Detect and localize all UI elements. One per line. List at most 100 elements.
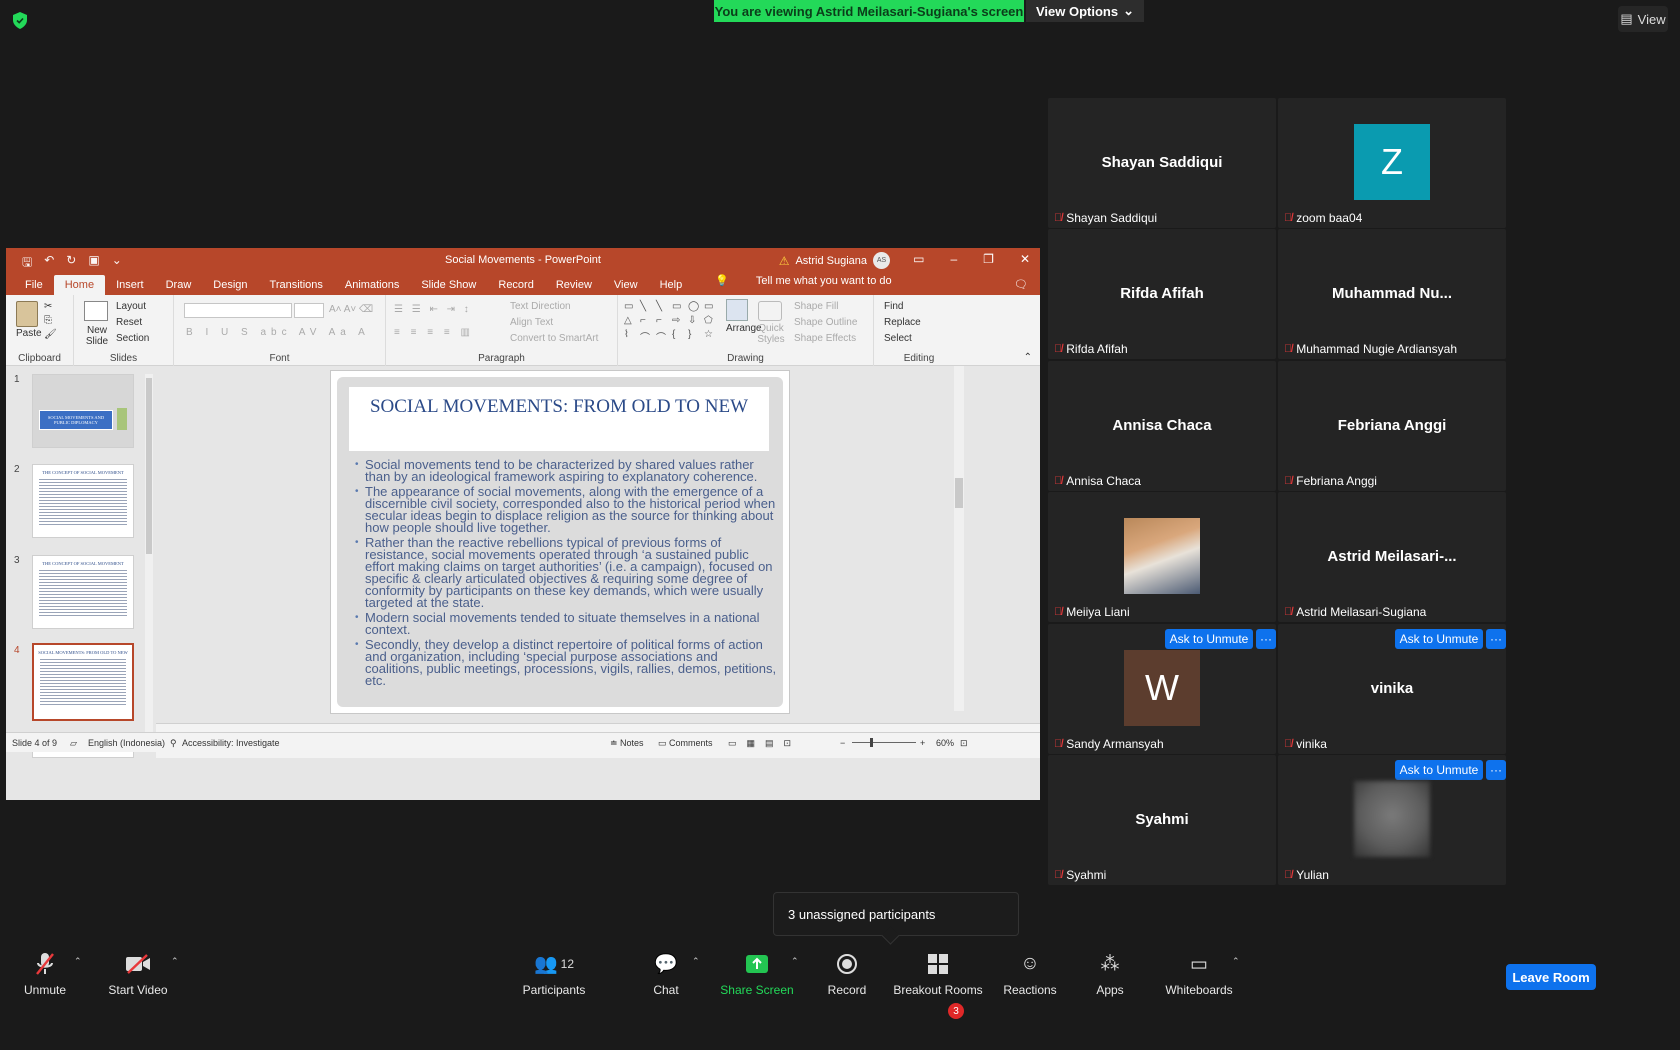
participant-tile[interactable]: Rifda Afifah 🎙̸ Rifda Afifah <box>1048 229 1276 359</box>
share-options-caret-icon[interactable]: ⌃ <box>791 956 799 967</box>
participant-tile[interactable]: Syahmi 🎙̸ Syahmi <box>1048 755 1276 885</box>
ask-to-unmute-button[interactable]: Ask to Unmute <box>1165 629 1253 649</box>
slide-thumbnail-3[interactable]: THE CONCEPT OF SOCIAL MOVEMENT <box>32 555 134 629</box>
participant-tile[interactable]: Z 🎙̸ zoom baa04 <box>1278 98 1506 228</box>
ribbon-display-icon[interactable]: ▭ <box>913 252 924 266</box>
reset-button[interactable]: Reset <box>116 317 142 328</box>
font-size-box[interactable] <box>294 303 324 318</box>
more-options-button[interactable]: ··· <box>1486 629 1506 649</box>
slide-scrollbar[interactable] <box>954 366 964 711</box>
participant-tile[interactable]: Shayan Saddiqui 🎙̸ Shayan Saddiqui <box>1048 98 1276 228</box>
new-slide-icon[interactable] <box>84 301 108 321</box>
paste-button[interactable]: Paste <box>16 328 42 339</box>
participant-tile[interactable]: 🎙̸ Meiiya Liani <box>1048 492 1276 622</box>
participant-tile[interactable]: Astrid Meilasari-... 🎙̸ Astrid Meilasari-… <box>1278 492 1506 622</box>
tab-file[interactable]: File <box>14 279 54 295</box>
spellcheck-icon[interactable]: ▱ <box>70 738 77 749</box>
slide-bullets[interactable]: Social movements tend to be characterize… <box>355 458 779 690</box>
language-status[interactable]: English (Indonesia) <box>88 738 165 748</box>
format-painter-icon[interactable]: 🖌 <box>44 329 57 340</box>
start-video-button[interactable]: Start Video <box>106 952 170 997</box>
close-icon[interactable]: ✕ <box>1020 252 1030 266</box>
ppt-user[interactable]: ⚠ Astrid Sugiana AS <box>779 252 890 269</box>
new-slide-button[interactable]: New Slide <box>82 325 112 347</box>
tab-transitions[interactable]: Transitions <box>259 279 334 295</box>
zoom-out-icon[interactable]: − <box>840 738 845 748</box>
slide-thumbnail-1[interactable]: SOCIAL MOVEMENTS AND PUBLIC DIPLOMACY <box>32 374 134 448</box>
minimize-icon[interactable]: – <box>950 252 957 266</box>
slide-thumbnail-2[interactable]: THE CONCEPT OF SOCIAL MOVEMENT <box>32 464 134 538</box>
font-grow-icon[interactable]: A˄ A˅ ⌫ <box>329 304 373 315</box>
participant-tile[interactable]: Annisa Chaca 🎙̸ Annisa Chaca <box>1048 361 1276 491</box>
quick-styles-button[interactable]: Quick Styles <box>756 323 786 345</box>
align-icons[interactable]: ≡ ≡ ≡ ≡ ▥ <box>394 327 474 338</box>
participant-tile[interactable]: Ask to Unmute ··· vinika 🎙̸ vinika <box>1278 624 1506 754</box>
participant-tile[interactable]: Ask to Unmute ··· W 🎙̸ Sandy Armansyah <box>1048 624 1276 754</box>
accessibility-status[interactable]: Accessibility: Investigate <box>182 738 280 748</box>
view-button[interactable]: ▤ View <box>1618 6 1668 32</box>
tab-record[interactable]: Record <box>487 279 544 295</box>
slide-editing-canvas[interactable]: SOCIAL MOVEMENTS: FROM OLD TO NEW Social… <box>156 366 966 723</box>
participant-tile[interactable]: Ask to Unmute ··· 🎙̸ Yulian <box>1278 755 1506 885</box>
comments-pane-icon[interactable]: 🗨 <box>1014 278 1028 291</box>
scroll-thumb[interactable] <box>146 378 152 554</box>
thumbnails-scrollbar[interactable] <box>145 374 153 750</box>
chat-button[interactable]: 💬 Chat <box>648 952 684 997</box>
comments-toggle[interactable]: ▭ Comments <box>658 738 713 749</box>
share-screen-button[interactable]: Share Screen <box>720 952 794 997</box>
video-options-caret-icon[interactable]: ⌃ <box>171 956 179 967</box>
ask-to-unmute-button[interactable]: Ask to Unmute <box>1395 760 1483 780</box>
zoom-slider[interactable] <box>852 742 916 743</box>
layout-button[interactable]: Layout <box>116 301 146 312</box>
collapse-ribbon-icon[interactable]: ⌃ <box>1024 352 1032 363</box>
cut-icon[interactable]: ✂ <box>44 301 52 312</box>
quick-styles-icon[interactable] <box>758 301 782 321</box>
participants-button[interactable]: 👥 12 Participants <box>520 952 588 997</box>
current-slide[interactable]: SOCIAL MOVEMENTS: FROM OLD TO NEW Social… <box>330 370 790 714</box>
zoom-in-icon[interactable]: + <box>920 738 925 748</box>
tab-home[interactable]: Home <box>53 275 106 295</box>
convert-smartart-button[interactable]: Convert to SmartArt <box>510 333 598 344</box>
tab-design[interactable]: Design <box>202 279 258 295</box>
view-mode-icons[interactable]: ▭▦▤⊡ <box>728 738 801 749</box>
more-options-button[interactable]: ··· <box>1486 760 1506 780</box>
font-format-icons[interactable]: B I U S abc AV Aa A <box>186 327 370 338</box>
whiteboard-options-caret-icon[interactable]: ⌃ <box>1232 956 1240 967</box>
reactions-button[interactable]: ☺ Reactions <box>1003 952 1057 997</box>
align-text-button[interactable]: Align Text <box>510 317 553 328</box>
copy-icon[interactable]: ⎘ <box>44 315 52 326</box>
zoom-slider-handle[interactable] <box>870 738 873 747</box>
tab-help[interactable]: Help <box>649 279 694 295</box>
leave-room-button[interactable]: Leave Room <box>1506 964 1596 990</box>
arrange-icon[interactable] <box>726 299 748 321</box>
select-button[interactable]: Select <box>884 333 912 344</box>
participant-tile[interactable]: Muhammad Nu... 🎙̸ Muhammad Nugie Ardiansy… <box>1278 229 1506 359</box>
shape-outline-button[interactable]: Shape Outline <box>794 317 857 328</box>
more-options-button[interactable]: ··· <box>1256 629 1276 649</box>
apps-button[interactable]: ⁂ Apps <box>1094 952 1126 998</box>
font-name-box[interactable] <box>184 303 292 318</box>
text-direction-button[interactable]: Text Direction <box>510 301 571 312</box>
restore-icon[interactable]: ❐ <box>983 252 994 266</box>
audio-options-caret-icon[interactable]: ⌃ <box>74 956 82 967</box>
tab-draw[interactable]: Draw <box>155 279 203 295</box>
tab-animations[interactable]: Animations <box>334 279 410 295</box>
tell-me-search[interactable]: 💡 Tell me what you want to do <box>693 274 913 295</box>
replace-button[interactable]: Replace <box>884 317 921 328</box>
find-button[interactable]: Find <box>884 301 903 312</box>
scroll-thumb[interactable] <box>955 478 963 508</box>
notes-toggle[interactable]: ≐ Notes <box>610 738 644 749</box>
shape-fill-button[interactable]: Shape Fill <box>794 301 838 312</box>
tab-slide-show[interactable]: Slide Show <box>410 279 487 295</box>
shape-effects-button[interactable]: Shape Effects <box>794 333 856 344</box>
breakout-rooms-button[interactable]: Breakout Rooms <box>893 952 983 997</box>
chat-options-caret-icon[interactable]: ⌃ <box>692 956 700 967</box>
slide-thumbnail-4[interactable]: SOCIAL MOVEMENTS: FROM OLD TO NEW <box>32 643 134 721</box>
unmute-button[interactable]: Unmute <box>22 952 68 997</box>
record-button[interactable]: Record <box>826 952 868 997</box>
participant-tile[interactable]: Febriana Anggi 🎙̸ Febriana Anggi <box>1278 361 1506 491</box>
tab-review[interactable]: Review <box>545 279 603 295</box>
tab-view[interactable]: View <box>603 279 649 295</box>
tab-insert[interactable]: Insert <box>105 279 155 295</box>
ask-to-unmute-button[interactable]: Ask to Unmute <box>1395 629 1483 649</box>
